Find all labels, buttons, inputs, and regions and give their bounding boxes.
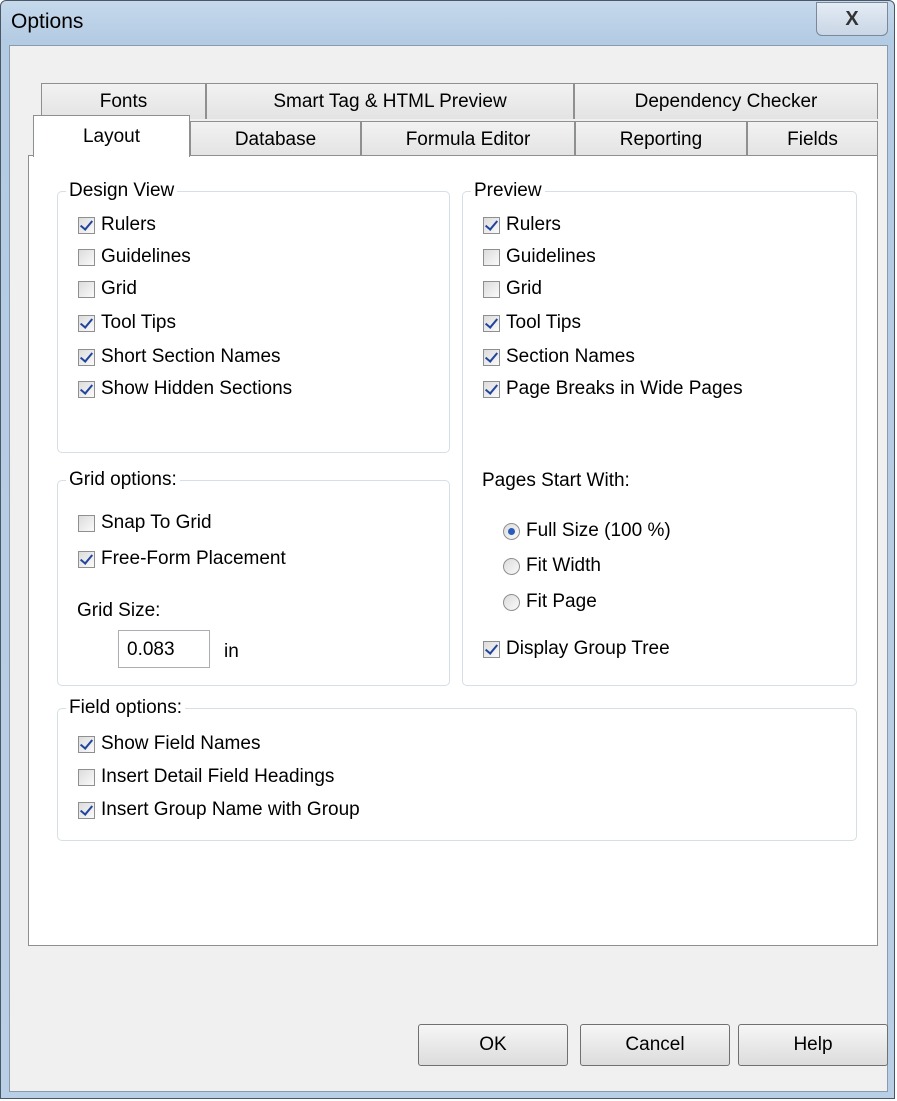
checkbox-label: Free-Form Placement bbox=[101, 548, 286, 569]
checkbox-label: Display Group Tree bbox=[506, 638, 670, 659]
window-title: Options bbox=[11, 10, 84, 33]
design-grid-checkbox[interactable]: Grid bbox=[78, 278, 137, 300]
tab-layout[interactable]: Layout bbox=[33, 115, 190, 157]
checkbox-box bbox=[483, 380, 500, 398]
insert-group-name-checkbox[interactable]: Insert Group Name with Group bbox=[78, 799, 360, 821]
preview-rulers-checkbox[interactable]: Rulers bbox=[483, 214, 561, 236]
checkbox-box bbox=[78, 768, 95, 786]
checkbox-label: Snap To Grid bbox=[101, 512, 212, 533]
close-icon: X bbox=[845, 7, 859, 30]
insert-detail-field-headings-checkbox[interactable]: Insert Detail Field Headings bbox=[78, 766, 334, 788]
tab-smart-tag-html-preview[interactable]: Smart Tag & HTML Preview bbox=[206, 83, 574, 119]
checkbox-box bbox=[78, 801, 95, 819]
fit-page-radio[interactable]: Fit Page bbox=[503, 591, 597, 613]
checkbox-label: Guidelines bbox=[506, 246, 596, 267]
radio-dot bbox=[503, 522, 520, 540]
tab-dependency-checker[interactable]: Dependency Checker bbox=[574, 83, 878, 119]
radio-dot bbox=[503, 557, 520, 575]
title-bar[interactable]: Options X bbox=[1, 1, 894, 45]
radio-label: Full Size (100 %) bbox=[526, 520, 671, 541]
cancel-button[interactable]: Cancel bbox=[580, 1024, 730, 1066]
tab-database[interactable]: Database bbox=[190, 121, 361, 157]
design-guidelines-checkbox[interactable]: Guidelines bbox=[78, 246, 191, 268]
checkbox-box bbox=[78, 216, 95, 234]
grid-options-label: Grid options: bbox=[66, 469, 180, 491]
preview-section-names-checkbox[interactable]: Section Names bbox=[483, 346, 635, 368]
checkbox-label: Show Field Names bbox=[101, 733, 261, 754]
checkbox-box bbox=[78, 348, 95, 366]
preview-page-breaks-checkbox[interactable]: Page Breaks in Wide Pages bbox=[483, 378, 743, 400]
checkbox-label: Show Hidden Sections bbox=[101, 378, 293, 399]
checkbox-box bbox=[483, 640, 500, 658]
ok-button[interactable]: OK bbox=[418, 1024, 568, 1066]
snap-to-grid-checkbox[interactable]: Snap To Grid bbox=[78, 512, 212, 534]
checkbox-box bbox=[78, 380, 95, 398]
checkbox-box bbox=[78, 514, 95, 532]
free-form-placement-checkbox[interactable]: Free-Form Placement bbox=[78, 548, 286, 570]
display-group-tree-checkbox[interactable]: Display Group Tree bbox=[483, 638, 670, 660]
checkbox-label: Page Breaks in Wide Pages bbox=[506, 378, 743, 399]
pages-start-with-label: Pages Start With: bbox=[482, 470, 630, 491]
fit-width-radio[interactable]: Fit Width bbox=[503, 555, 601, 577]
checkbox-box bbox=[483, 216, 500, 234]
field-options-label: Field options: bbox=[66, 697, 186, 719]
checkbox-label: Grid bbox=[506, 278, 542, 299]
tab-formula-editor[interactable]: Formula Editor bbox=[361, 121, 575, 157]
grid-size-unit: in bbox=[224, 641, 239, 662]
design-view-label: Design View bbox=[66, 180, 178, 202]
checkbox-label: Insert Group Name with Group bbox=[101, 799, 360, 820]
design-show-hidden-sections-checkbox[interactable]: Show Hidden Sections bbox=[78, 378, 292, 400]
checkbox-box bbox=[483, 248, 500, 266]
checkbox-box bbox=[78, 314, 95, 332]
checkbox-label: Section Names bbox=[506, 346, 635, 367]
checkbox-label: Guidelines bbox=[101, 246, 191, 267]
preview-label: Preview bbox=[471, 180, 545, 202]
show-field-names-checkbox[interactable]: Show Field Names bbox=[78, 733, 260, 755]
tab-fields[interactable]: Fields bbox=[747, 121, 878, 157]
tab-fonts[interactable]: Fonts bbox=[41, 83, 206, 119]
checkbox-label: Tool Tips bbox=[101, 312, 176, 333]
design-tool-tips-checkbox[interactable]: Tool Tips bbox=[78, 312, 176, 334]
design-short-section-names-checkbox[interactable]: Short Section Names bbox=[78, 346, 281, 368]
checkbox-box bbox=[78, 550, 95, 568]
radio-dot bbox=[503, 593, 520, 611]
checkbox-label: Short Section Names bbox=[101, 346, 281, 367]
design-rulers-checkbox[interactable]: Rulers bbox=[78, 214, 156, 236]
checkbox-label: Tool Tips bbox=[506, 312, 581, 333]
preview-tool-tips-checkbox[interactable]: Tool Tips bbox=[483, 312, 581, 334]
full-size-radio[interactable]: Full Size (100 %) bbox=[503, 520, 671, 542]
tab-reporting[interactable]: Reporting bbox=[575, 121, 747, 157]
grid-options-group: Grid options: bbox=[57, 469, 450, 686]
checkbox-label: Insert Detail Field Headings bbox=[101, 766, 335, 787]
checkbox-box bbox=[483, 280, 500, 298]
checkbox-box bbox=[483, 314, 500, 332]
checkbox-box bbox=[78, 735, 95, 753]
grid-size-label: Grid Size: bbox=[77, 600, 161, 621]
help-button[interactable]: Help bbox=[738, 1024, 888, 1066]
checkbox-box bbox=[483, 348, 500, 366]
preview-grid-checkbox[interactable]: Grid bbox=[483, 278, 542, 300]
radio-label: Fit Width bbox=[526, 555, 601, 576]
preview-guidelines-checkbox[interactable]: Guidelines bbox=[483, 246, 596, 268]
radio-label: Fit Page bbox=[526, 591, 597, 612]
checkbox-label: Rulers bbox=[101, 214, 156, 235]
checkbox-label: Grid bbox=[101, 278, 137, 299]
checkbox-label: Rulers bbox=[506, 214, 561, 235]
checkbox-box bbox=[78, 280, 95, 298]
close-button[interactable]: X bbox=[816, 2, 888, 36]
checkbox-box bbox=[78, 248, 95, 266]
grid-size-input[interactable]: 0.083 bbox=[118, 630, 210, 668]
